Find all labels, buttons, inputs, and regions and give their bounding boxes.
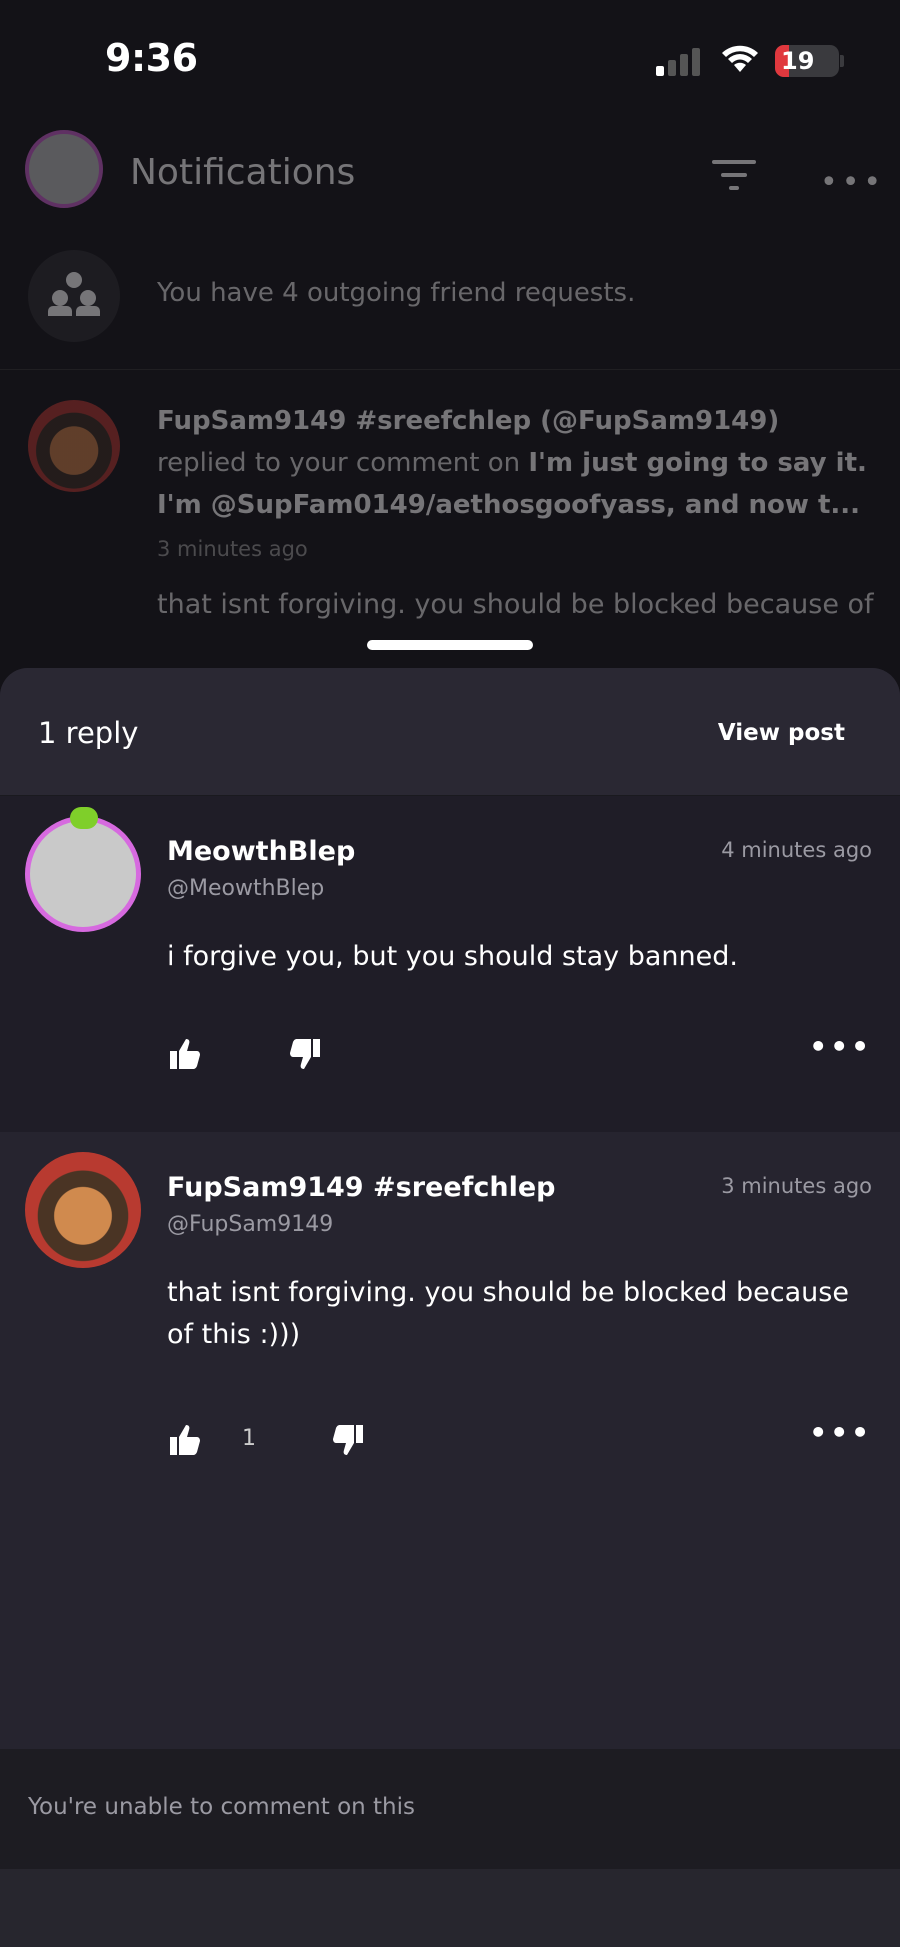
comment-author[interactable]: MeowthBlep [167, 836, 355, 867]
comment-text: i forgive you, but you should stay banne… [167, 941, 738, 972]
battery-level: 19 [781, 47, 815, 75]
page-header: Notifications ••• [0, 110, 900, 240]
comment-time: 3 minutes ago [721, 1174, 872, 1198]
thumbs-down-icon[interactable] [330, 1422, 366, 1458]
comment: MeowthBlep @MeowthBlep 4 minutes ago i f… [0, 796, 900, 1132]
replies-sheet: 1 reply View post MeowthBlep @MeowthBlep… [0, 668, 900, 1947]
signal-icon [656, 46, 704, 76]
bottom-safe-area [0, 1869, 900, 1947]
thumbs-up-icon[interactable] [167, 1422, 203, 1458]
more-options-icon[interactable]: ••• [820, 165, 885, 200]
avatar[interactable] [25, 807, 141, 932]
notification-preview: that isnt forgiving. you should be block… [157, 589, 874, 620]
comment-handle: @MeowthBlep [167, 876, 325, 901]
comment-actions: 1 ••• [167, 1416, 869, 1462]
notification-action: replied to your comment on [157, 448, 521, 478]
notification-time: 3 minutes ago [157, 537, 308, 561]
notification-user: FupSam9149 #sreefchlep (@FupSam9149) [157, 406, 780, 436]
avatar [28, 400, 120, 492]
comment-more-icon[interactable]: ••• [809, 1416, 872, 1449]
view-post-button[interactable]: View post [718, 720, 845, 746]
comment-actions: ••• [167, 1030, 869, 1076]
comment-disabled-bar: You're unable to comment on this [0, 1749, 900, 1869]
comment-more-icon[interactable]: ••• [809, 1030, 872, 1063]
comment-disabled-message: You're unable to comment on this [28, 1794, 415, 1820]
sheet-grabber[interactable] [367, 640, 533, 650]
comment-text: that isnt forgiving. you should be block… [167, 1277, 849, 1350]
thumbs-down-icon[interactable] [287, 1036, 323, 1072]
avatar[interactable] [25, 1152, 141, 1268]
status-time: 9:36 [105, 36, 198, 80]
comment-handle: @FupSam9149 [167, 1212, 334, 1237]
comment-time: 4 minutes ago [721, 838, 872, 862]
profile-avatar[interactable] [25, 130, 103, 208]
battery-icon: 19 [775, 45, 839, 77]
status-bar: 9:36 19 [0, 0, 900, 110]
wifi-icon [722, 45, 758, 72]
like-count: 1 [242, 1426, 256, 1451]
people-icon [28, 250, 120, 342]
frog-badge-icon [70, 807, 98, 829]
sheet-header: 1 reply View post [0, 668, 900, 796]
reply-count: 1 reply [38, 716, 139, 750]
thumbs-up-icon[interactable] [167, 1036, 203, 1072]
friend-requests-row[interactable]: You have 4 outgoing friend requests. [0, 250, 900, 370]
comment: FupSam9149 #sreefchlep @FupSam9149 3 min… [0, 1132, 900, 1542]
friend-requests-text: You have 4 outgoing friend requests. [157, 278, 636, 308]
filter-icon[interactable] [712, 160, 756, 192]
notifications-page: Notifications ••• You have 4 outgoing fr… [0, 110, 900, 670]
comment-author[interactable]: FupSam9149 #sreefchlep [167, 1172, 556, 1203]
page-title: Notifications [130, 152, 356, 193]
